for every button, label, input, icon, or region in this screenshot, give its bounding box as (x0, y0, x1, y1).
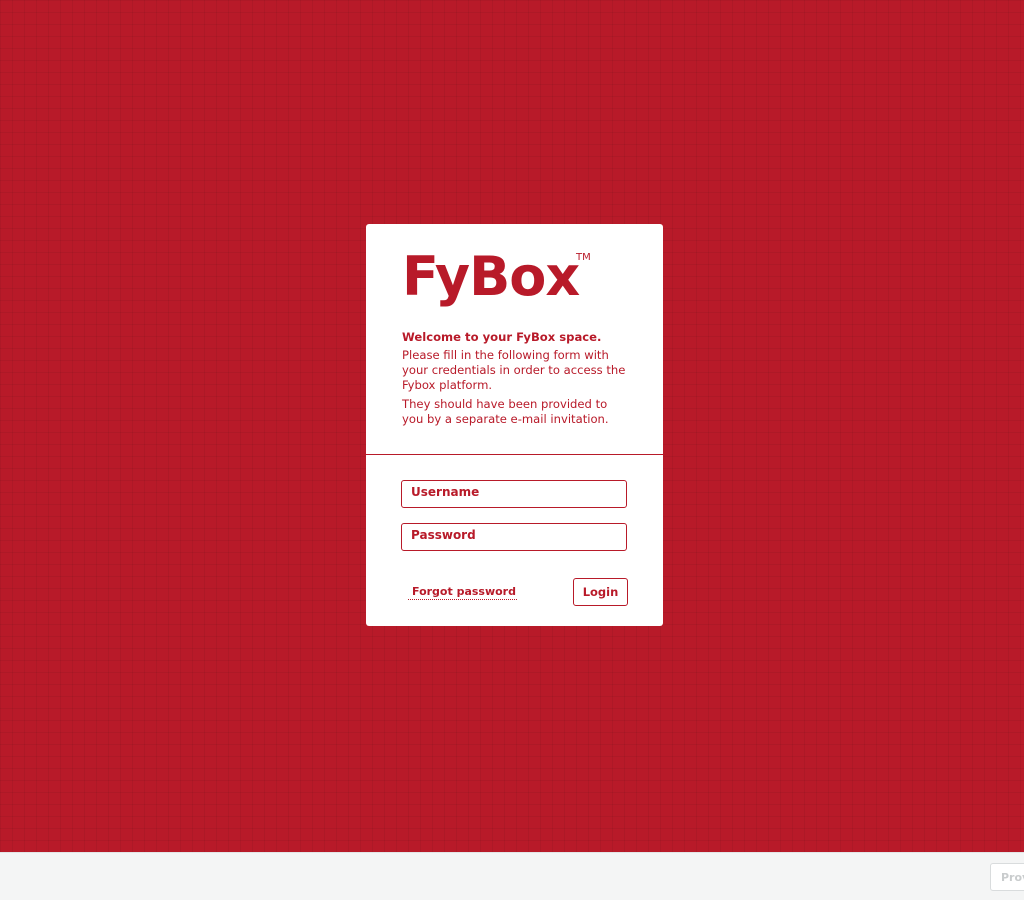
intro-text: Welcome to your FyBox space. Please fill… (402, 330, 632, 431)
fybox-logo: FyBox (402, 245, 580, 308)
username-input[interactable] (401, 480, 627, 508)
login-button[interactable]: Login (573, 578, 628, 606)
intro-paragraph-1: Please fill in the following form with y… (402, 348, 626, 392)
footer-bar: Prov (0, 852, 1024, 900)
trademark-mark: TM (576, 252, 591, 263)
login-card: FyBox TM Welcome to your FyBox space. Pl… (366, 224, 663, 626)
forgot-password-link[interactable]: Forgot password (408, 585, 517, 600)
intro-paragraph-2: They should have been provided to you by… (402, 397, 609, 426)
password-input[interactable] (401, 523, 627, 551)
footer-button[interactable]: Prov (990, 863, 1024, 891)
welcome-heading: Welcome to your FyBox space. (402, 330, 602, 344)
card-divider (366, 454, 663, 455)
